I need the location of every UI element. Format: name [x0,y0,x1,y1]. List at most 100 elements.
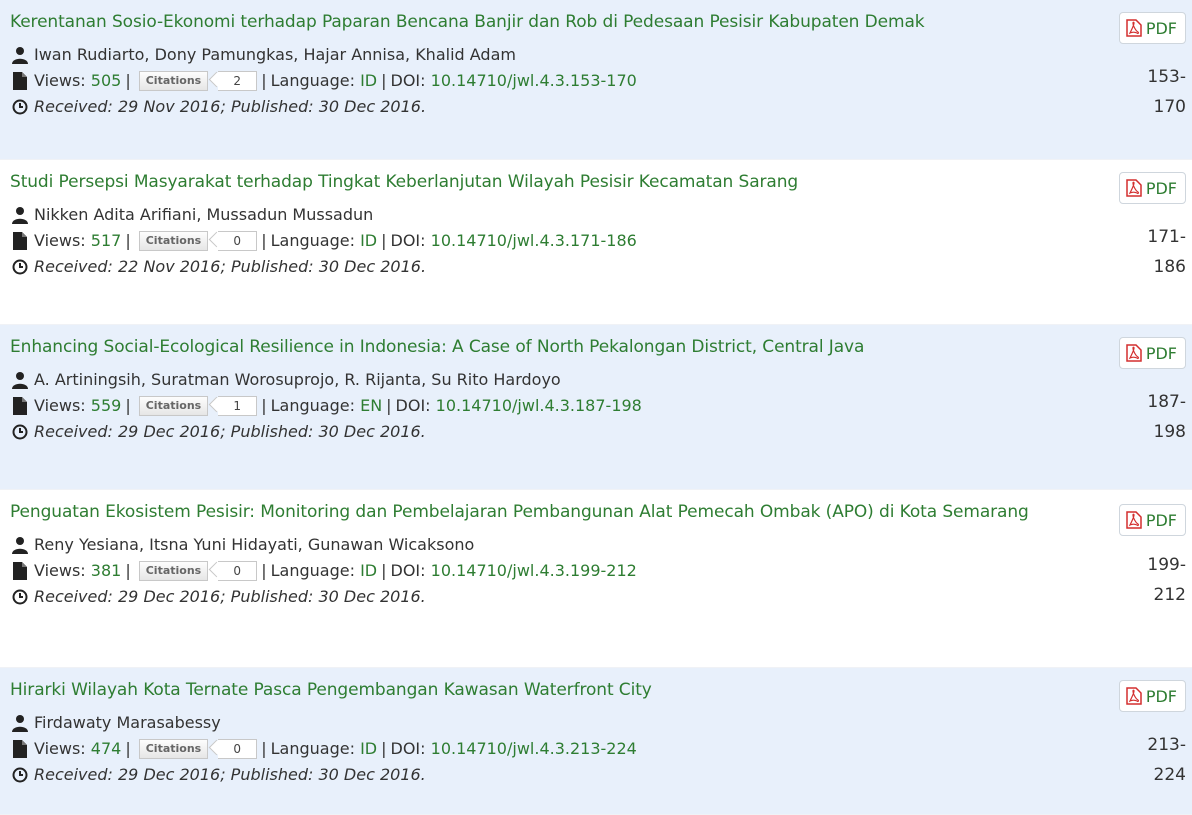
page-range-start: 199- [1147,555,1186,575]
citations-count[interactable]: 0 [218,739,258,759]
doi-link[interactable]: 10.14710/jwl.4.3.213-224 [431,738,637,760]
language-link[interactable]: ID [360,70,377,92]
article-item: Hirarki Wilayah Kota Ternate Pasca Penge… [0,668,1192,815]
language-label: Language: [270,231,355,250]
clock-icon [10,588,30,606]
article-item: Kerentanan Sosio-Ekonomi terhadap Papara… [0,0,1192,160]
page-range: 153- 170 [1146,62,1186,122]
article-authors: Nikken Adita Arifiani, Mussadun Mussadun [34,205,374,224]
file-icon [10,397,30,415]
clock-icon [10,423,30,441]
doi-label: DOI: [395,396,431,415]
article-title-link[interactable]: Kerentanan Sosio-Ekonomi terhadap Papara… [10,10,1082,35]
article-item: Studi Persepsi Masyarakat terhadap Tingk… [0,160,1192,325]
pdf-button-label: PDF [1145,343,1177,363]
language-label: Language: [270,396,355,415]
language-link[interactable]: ID [360,230,377,252]
article-title-link[interactable]: Studi Persepsi Masyarakat terhadap Tingk… [10,170,1082,195]
views-count: 505 [90,71,122,90]
separator: | [381,739,387,758]
article-authors-row: Iwan Rudiarto, Dony Pamungkas, Hajar Ann… [10,44,1082,66]
user-icon [10,714,30,732]
citations-badge[interactable]: Citations [138,739,209,759]
doi-label: DOI: [390,231,426,250]
article-title-link[interactable]: Hirarki Wilayah Kota Ternate Pasca Penge… [10,678,1082,703]
separator: | [125,71,131,90]
citations-badge[interactable]: Citations [138,71,209,91]
article-title-link[interactable]: Penguatan Ekosistem Pesisir: Monitoring … [10,500,1082,525]
file-icon [10,232,30,250]
article-dates: Received: 29 Dec 2016; Published: 30 Dec… [34,422,426,441]
separator: | [261,739,267,758]
views-label: Views: [34,561,86,580]
citations-count[interactable]: 0 [218,231,258,251]
separator: | [381,71,387,90]
article-authors: Reny Yesiana, Itsna Yuni Hidayati, Gunaw… [34,535,475,554]
pdf-button[interactable]: PDF [1118,172,1186,204]
language-link[interactable]: ID [360,560,377,582]
citations-badge[interactable]: Citations [138,561,209,581]
citations-pointer [208,396,218,416]
doi-link[interactable]: 10.14710/jwl.4.3.153-170 [431,70,637,92]
pdf-icon [1126,19,1142,37]
page-range-start: 213- [1147,735,1186,755]
pdf-button[interactable]: PDF [1118,680,1186,712]
page-range-start: 171- [1147,227,1186,247]
doi-link[interactable]: 10.14710/jwl.4.3.187-198 [436,395,642,417]
language-label: Language: [270,71,355,90]
views-label: Views: [34,396,86,415]
article-title-link[interactable]: Enhancing Social-Ecological Resilience i… [10,335,1082,360]
citations-pointer [208,71,218,91]
article-list: Kerentanan Sosio-Ekonomi terhadap Papara… [0,0,1192,815]
user-icon [10,206,30,224]
doi-link[interactable]: 10.14710/jwl.4.3.199-212 [431,560,637,582]
page-range: 171- 186 [1146,222,1186,282]
user-icon [10,371,30,389]
citations-count[interactable]: 1 [218,396,258,416]
language-link[interactable]: EN [360,395,382,417]
pdf-button-label: PDF [1145,18,1177,38]
article-authors: A. Artiningsih, Suratman Worosuprojo, R.… [34,370,561,389]
separator: | [381,231,387,250]
article-dates-row: Received: 29 Nov 2016; Published: 30 Dec… [10,96,1082,118]
separator: | [125,231,131,250]
language-label: Language: [270,739,355,758]
views-label: Views: [34,231,86,250]
pdf-icon [1126,179,1142,197]
citations-pointer [208,231,218,251]
pdf-icon [1126,511,1142,529]
page-range-start: 153- [1147,67,1186,87]
article-stats-row: Views: 474 | Citations 0 | Language: ID … [10,738,1082,760]
doi-label: DOI: [390,739,426,758]
article-dates: Received: 29 Nov 2016; Published: 30 Dec… [34,97,427,116]
article-dates: Received: 29 Dec 2016; Published: 30 Dec… [34,765,426,784]
citations-pointer [208,739,218,759]
pdf-button[interactable]: PDF [1118,12,1186,44]
language-link[interactable]: ID [360,738,377,760]
article-item: Penguatan Ekosistem Pesisir: Monitoring … [0,490,1192,668]
page-range-end: 212 [1153,585,1186,605]
pdf-button[interactable]: PDF [1118,504,1186,536]
doi-label: DOI: [390,561,426,580]
file-icon [10,72,30,90]
pdf-button-label: PDF [1145,686,1177,706]
article-authors-row: Firdawaty Marasabessy [10,712,1082,734]
doi-link[interactable]: 10.14710/jwl.4.3.171-186 [431,230,637,252]
article-stats-row: Views: 381 | Citations 0 | Language: ID … [10,560,1082,582]
article-dates-row: Received: 29 Dec 2016; Published: 30 Dec… [10,764,1082,786]
article-stats-row: Views: 505 | Citations 2 | Language: ID … [10,70,1082,92]
clock-icon [10,98,30,116]
separator: | [125,739,131,758]
pdf-button[interactable]: PDF [1118,337,1186,369]
pdf-icon [1126,344,1142,362]
doi-label: DOI: [390,71,426,90]
citations-badge[interactable]: Citations [138,231,209,251]
article-dates-row: Received: 29 Dec 2016; Published: 30 Dec… [10,586,1082,608]
page-range: 199- 212 [1146,550,1186,610]
citations-count[interactable]: 0 [218,561,258,581]
citations-badge[interactable]: Citations [138,396,209,416]
separator: | [261,396,267,415]
separator: | [125,561,131,580]
citations-count[interactable]: 2 [218,71,258,91]
article-stats-row: Views: 517 | Citations 0 | Language: ID … [10,230,1082,252]
